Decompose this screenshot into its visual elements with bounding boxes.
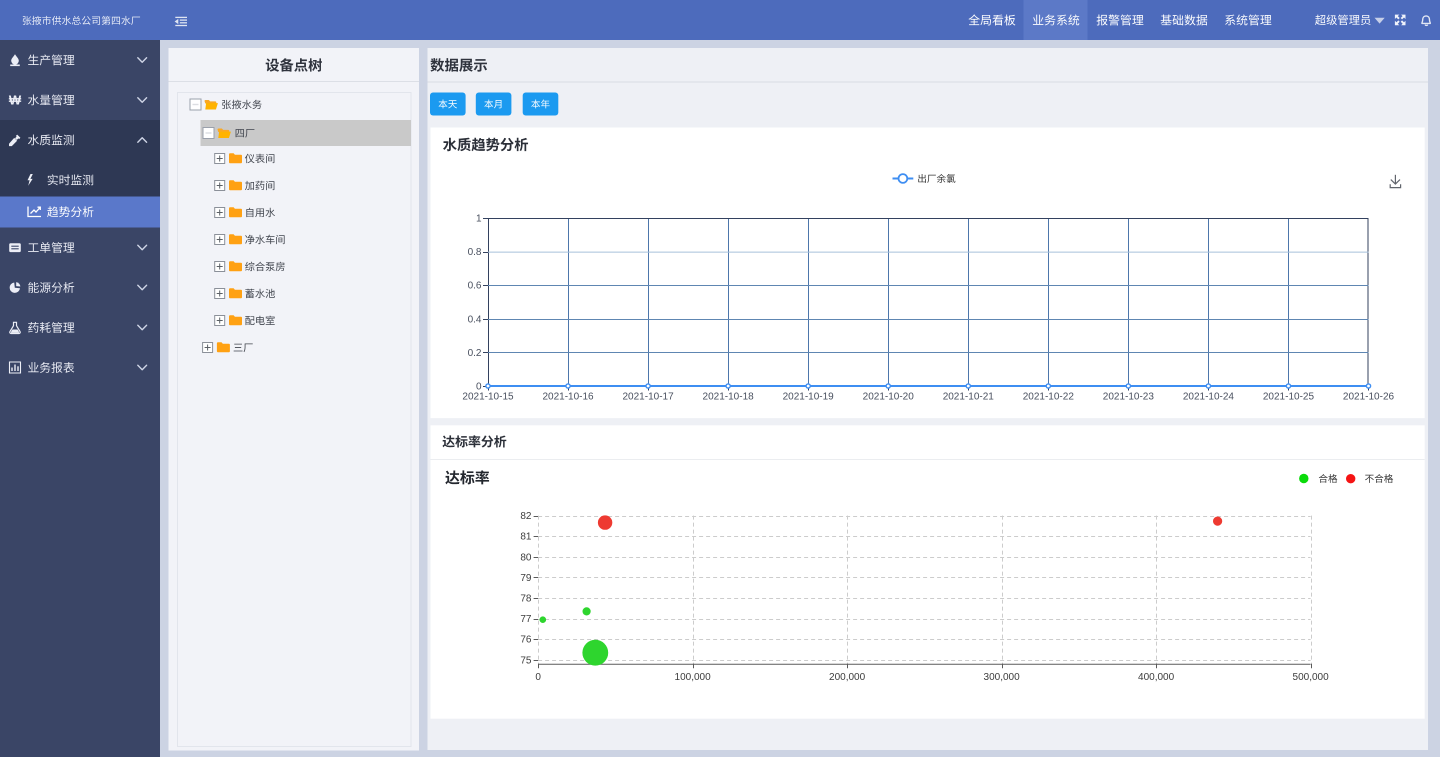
svg-text:0.6: 0.6 <box>468 281 482 292</box>
svg-text:2021-10-25: 2021-10-25 <box>1263 392 1315 403</box>
svg-text:0: 0 <box>535 672 541 683</box>
svg-text:300,000: 300,000 <box>984 672 1021 683</box>
svg-text:77: 77 <box>520 614 532 625</box>
svg-text:2021-10-23: 2021-10-23 <box>1103 392 1155 403</box>
svg-text:79: 79 <box>520 573 532 584</box>
svg-text:80: 80 <box>520 552 532 563</box>
svg-text:75: 75 <box>520 655 532 666</box>
svg-text:2021-10-17: 2021-10-17 <box>623 392 675 403</box>
svg-text:0.2: 0.2 <box>468 348 482 359</box>
svg-text:76: 76 <box>520 635 532 646</box>
svg-text:1: 1 <box>476 214 482 225</box>
svg-text:100,000: 100,000 <box>675 672 712 683</box>
svg-text:2021-10-20: 2021-10-20 <box>863 392 915 403</box>
svg-text:200,000: 200,000 <box>829 672 866 683</box>
svg-text:78: 78 <box>520 594 532 605</box>
svg-text:400,000: 400,000 <box>1138 672 1175 683</box>
svg-text:2021-10-16: 2021-10-16 <box>542 392 594 403</box>
svg-text:500,000: 500,000 <box>1293 672 1330 683</box>
svg-text:2021-10-21: 2021-10-21 <box>943 392 995 403</box>
svg-text:₩: ₩ <box>9 93 22 108</box>
svg-text:0.8: 0.8 <box>468 247 482 258</box>
svg-text:81: 81 <box>520 532 532 543</box>
svg-text:2021-10-18: 2021-10-18 <box>703 392 755 403</box>
svg-text:2021-10-24: 2021-10-24 <box>1183 392 1235 403</box>
svg-text:2021-10-19: 2021-10-19 <box>783 392 835 403</box>
svg-text:0.4: 0.4 <box>468 314 482 325</box>
svg-text:82: 82 <box>520 511 532 522</box>
svg-text:2021-10-26: 2021-10-26 <box>1343 392 1395 403</box>
svg-text:2021-10-22: 2021-10-22 <box>1023 392 1075 403</box>
svg-text:2021-10-15: 2021-10-15 <box>462 392 514 403</box>
